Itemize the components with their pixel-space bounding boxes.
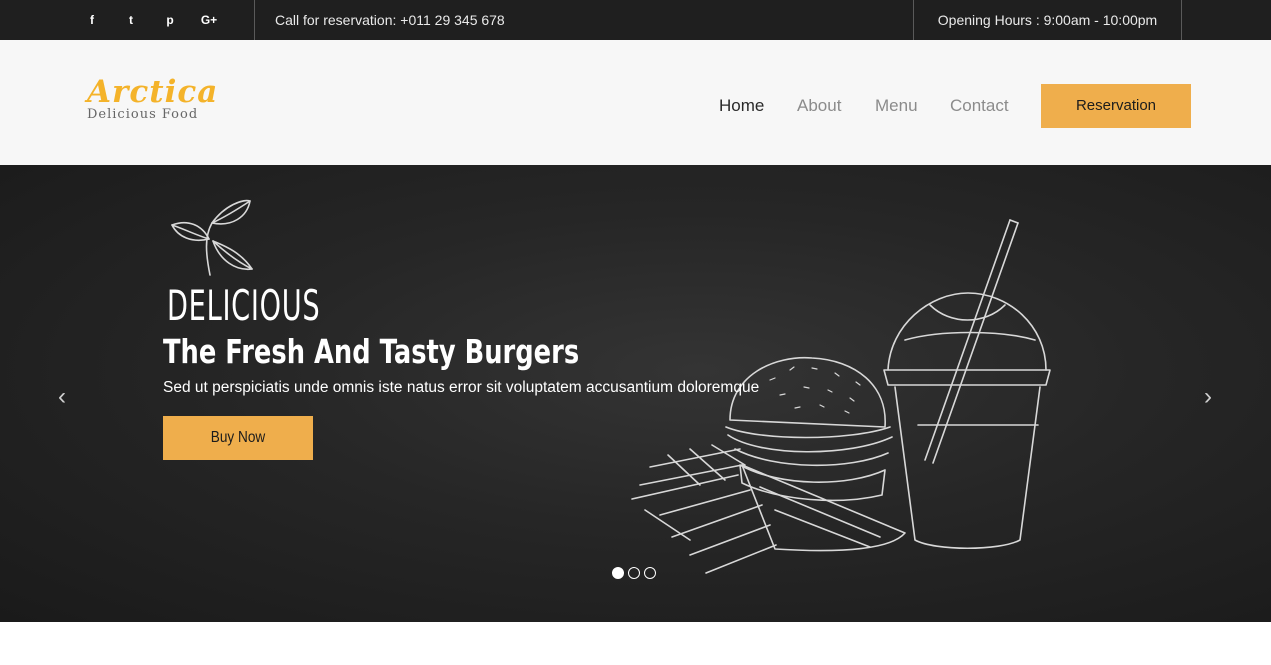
divider: [254, 0, 255, 40]
pinterest-icon[interactable]: p: [158, 8, 182, 32]
social-links: f t p G+: [80, 0, 236, 40]
reservation-button[interactable]: Reservation: [1041, 84, 1191, 128]
buy-now-button[interactable]: Buy Now: [163, 416, 313, 460]
divider: [1181, 0, 1182, 40]
slider-prev-icon[interactable]: ‹: [52, 382, 72, 412]
slider-pagination: [612, 567, 660, 579]
google-plus-icon[interactable]: G+: [197, 8, 221, 32]
twitter-icon[interactable]: t: [119, 8, 143, 32]
hero-description: Sed ut perspiciatis unde omnis iste natu…: [163, 379, 760, 396]
nav-item-contact[interactable]: Contact: [950, 96, 1009, 116]
leaf-icon: [171, 199, 253, 276]
hero-eyebrow: DELICIOUS: [167, 281, 321, 330]
slider-dot[interactable]: [644, 567, 656, 579]
slider-next-icon[interactable]: ›: [1198, 382, 1218, 412]
top-bar: f t p G+ Call for reservation: +011 29 3…: [0, 0, 1271, 40]
opening-hours: Opening Hours : 9:00am - 10:00pm: [937, 12, 1158, 28]
reservation-phone: Call for reservation: +011 29 345 678: [275, 12, 505, 28]
facebook-icon[interactable]: f: [80, 8, 104, 32]
nav-item-home[interactable]: Home: [719, 96, 764, 116]
buy-now-label: Buy Now: [210, 429, 266, 446]
hero-title: The Fresh And Tasty Burgers: [163, 332, 580, 371]
hero-slider: DELICIOUS The Fresh And Tasty Burgers Se…: [0, 165, 1271, 622]
fries-illustration: [631, 444, 906, 574]
site-header: Arctica Delicious Food Home About Menu C…: [0, 40, 1271, 165]
slider-dot[interactable]: [628, 567, 640, 579]
nav-item-about[interactable]: About: [797, 96, 841, 116]
nav-item-menu[interactable]: Menu: [875, 96, 918, 116]
slider-dot[interactable]: [612, 567, 624, 579]
cup-illustration: [883, 219, 1051, 549]
